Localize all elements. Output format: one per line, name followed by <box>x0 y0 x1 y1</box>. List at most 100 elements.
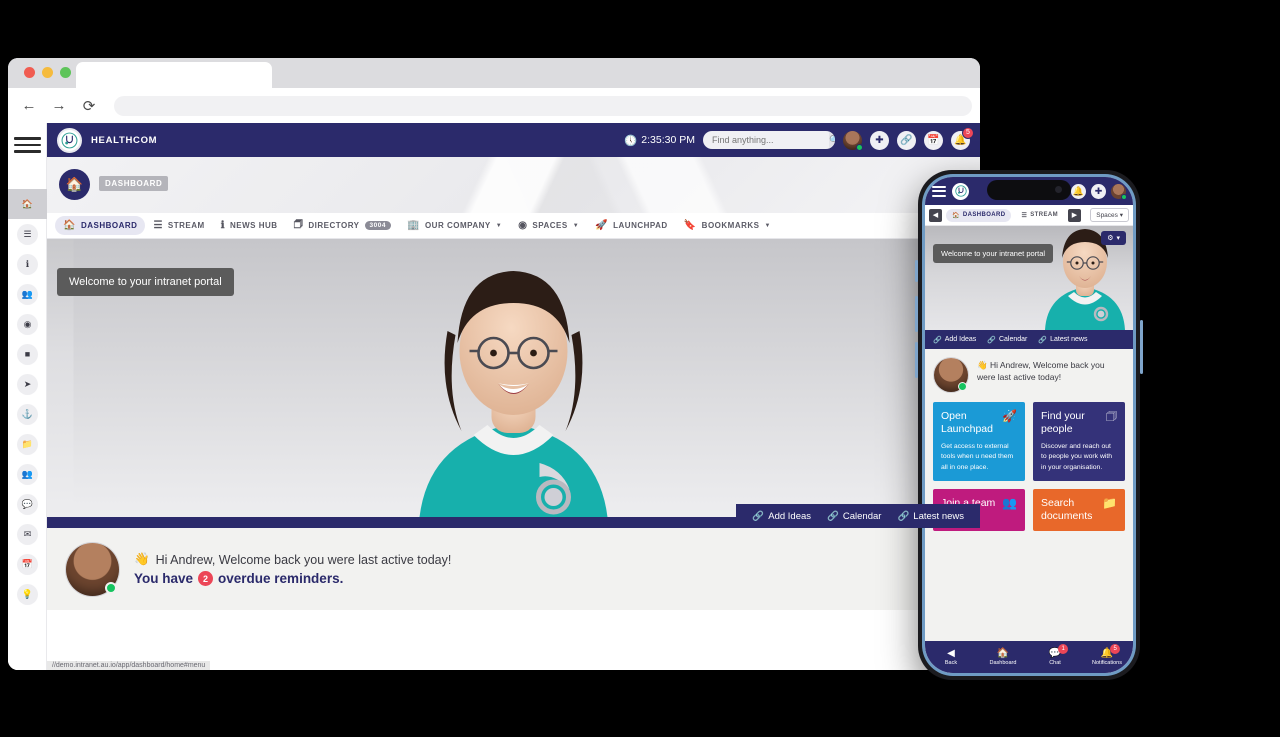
tab-bookmarks[interactable]: 🔖 BOOKMARKS ▼ <box>676 216 779 235</box>
rail-item-directory[interactable]: 👥 <box>8 279 47 309</box>
phone-volume-up-button[interactable] <box>915 296 918 332</box>
contact-card-icon: 🗇 <box>1105 409 1117 423</box>
bulb-icon: 💡 <box>17 583 38 605</box>
tab-our-company[interactable]: 🏢 OUR COMPANY ▼ <box>399 216 510 235</box>
rail-item-spaces[interactable]: ◉ <box>8 309 47 339</box>
mobile-link-latest-news[interactable]: 🔗 Latest news <box>1038 336 1087 344</box>
forward-arrow-icon[interactable]: → <box>46 93 72 119</box>
link-icon[interactable]: 🔗 <box>897 130 916 150</box>
hamburger-menu-icon[interactable] <box>14 133 41 155</box>
maximize-window-button[interactable] <box>60 67 71 78</box>
rail-item-calendar[interactable]: 📅 <box>8 549 47 579</box>
bottom-nav-label: Notifications <box>1092 660 1122 666</box>
card-search-documents[interactable]: Search documents 📁 <box>1033 488 1125 532</box>
phone-power-button[interactable] <box>1140 320 1143 374</box>
tab-label: NEWS HUB <box>230 221 278 230</box>
search-icon[interactable]: 🔍 <box>829 131 835 149</box>
card-header: Search documents 📁 <box>1041 497 1117 523</box>
rail-item-news-hub[interactable]: ℹ <box>8 249 47 279</box>
link-icon: 🔗 <box>933 336 942 344</box>
brand-logo-icon[interactable] <box>57 127 82 153</box>
bottom-nav-back[interactable]: ◀ Back <box>925 648 977 666</box>
browser-nav-bar: ← → ⟳ <box>8 88 980 123</box>
chat-badge: 1 <box>1058 644 1069 654</box>
address-bar[interactable] <box>114 95 972 116</box>
bottom-nav-dashboard[interactable]: 🏠 Dashboard <box>977 648 1029 666</box>
scroll-left-button[interactable]: ◀ <box>929 208 942 222</box>
hero-settings-button[interactable]: ⚙ ▾ <box>1101 231 1126 245</box>
rail-item-chat[interactable]: 💬 <box>8 489 47 519</box>
user-avatar[interactable] <box>933 357 969 393</box>
rail-item-files[interactable]: 📁 <box>8 429 47 459</box>
rail-item-pinned[interactable]: ⚓ <box>8 399 47 429</box>
rail-item-mail[interactable]: ✉ <box>8 519 47 549</box>
back-arrow-icon[interactable]: ← <box>16 93 42 119</box>
avatar[interactable] <box>843 130 863 151</box>
tab-spaces[interactable]: ◉ SPACES ▼ <box>510 216 587 235</box>
add-button[interactable]: ✚ <box>870 130 889 150</box>
bookmark-icon: 🔖 <box>683 220 697 231</box>
browser-tab-bar <box>8 58 980 88</box>
scroll-right-button[interactable]: ▶ <box>1068 208 1081 222</box>
mobile-tab-stream[interactable]: ☰ STREAM <box>1015 209 1064 222</box>
bottom-nav-chat[interactable]: 💬 1 Chat <box>1029 644 1081 666</box>
mobile-tab-dashboard[interactable]: 🏠 DASHBOARD <box>946 208 1012 222</box>
link-icon: 🔗 <box>827 510 839 522</box>
tab-dashboard[interactable]: 🏠 DASHBOARD <box>55 216 146 235</box>
minimize-window-button[interactable] <box>42 67 53 78</box>
mobile-spaces-dropdown[interactable]: Spaces ▾ <box>1090 208 1129 222</box>
hamburger-menu-icon[interactable] <box>932 183 946 199</box>
card-find-your-people[interactable]: Find your people 🗇 Discover and reach ou… <box>1033 402 1125 481</box>
hero-link-label: Latest news <box>913 510 964 522</box>
phone-notch <box>987 180 1071 200</box>
notification-badge: 5 <box>962 126 974 139</box>
overdue-reminders[interactable]: You have 2 overdue reminders. <box>134 571 451 586</box>
rail-item-company[interactable]: ■ <box>8 339 47 369</box>
chevron-down-icon: ▾ <box>1116 235 1120 242</box>
reminder-count-badge: 2 <box>198 571 214 586</box>
search-input[interactable] <box>703 135 829 145</box>
reload-icon[interactable]: ⟳ <box>76 93 102 119</box>
main-nav-tabs: 🏠 DASHBOARD ☰ STREAM ℹ NEWS HUB 🗇 DIRECT… <box>47 213 980 239</box>
brand-logo-icon[interactable] <box>952 182 969 200</box>
browser-tab[interactable] <box>76 62 272 88</box>
mobile-link-calendar[interactable]: 🔗 Calendar <box>987 336 1027 344</box>
tab-directory[interactable]: 🗇 DIRECTORY 3004 <box>286 213 399 238</box>
close-window-button[interactable] <box>24 67 35 78</box>
rail-item-launchpad[interactable]: ➤ <box>8 369 47 399</box>
rail-item-people[interactable]: 👥 <box>8 459 47 489</box>
notifications-button[interactable]: 🔔 <box>1071 183 1086 199</box>
avatar[interactable] <box>1111 183 1127 200</box>
hero-link-calendar[interactable]: 🔗 Calendar <box>827 511 881 522</box>
user-avatar[interactable] <box>65 541 120 597</box>
tab-label: DIRECTORY <box>308 221 360 230</box>
mobile-link-label: Latest news <box>1050 336 1088 343</box>
tab-news-hub[interactable]: ℹ NEWS HUB <box>213 216 286 235</box>
desktop-browser-window: ← → ⟳ 🏠 ☰ ℹ 👥 ◉ ■ ➤ ⚓ 📁 👥 💬 ✉ 📅 💡 HEALTH… <box>8 58 980 670</box>
home-breadcrumb-button[interactable]: 🏠 <box>59 169 90 200</box>
rail-item-ideas[interactable]: 💡 <box>8 579 47 609</box>
online-status-dot <box>1121 193 1127 200</box>
rail-item-stream[interactable]: ☰ <box>8 219 47 249</box>
phone-volume-down-button[interactable] <box>915 342 918 378</box>
tab-launchpad[interactable]: 🚀 LAUNCHPAD <box>587 216 676 235</box>
calendar-icon[interactable]: 📅 <box>924 130 943 150</box>
rail-item-home[interactable]: 🏠 <box>8 189 47 219</box>
clock: 🕔 2:35:30 PM <box>624 134 695 147</box>
tab-stream[interactable]: ☰ STREAM <box>145 216 212 235</box>
welcome-greeting: 👋 Hi Andrew, Welcome back you were last … <box>134 552 451 567</box>
info-icon: ℹ <box>17 253 38 275</box>
spaces-icon: ◉ <box>518 220 528 231</box>
add-button[interactable]: ✚ <box>1091 183 1106 199</box>
card-open-launchpad[interactable]: Open Launchpad 🚀 Get access to external … <box>933 402 1025 481</box>
online-status-dot <box>856 143 863 151</box>
hero-link-add-ideas[interactable]: 🔗 Add Ideas <box>752 511 811 522</box>
phone-mute-button[interactable] <box>915 260 918 282</box>
left-icon-rail: 🏠 ☰ ℹ 👥 ◉ ■ ➤ ⚓ 📁 👥 💬 ✉ 📅 💡 <box>8 123 47 670</box>
hero-tooltip: Welcome to your intranet portal <box>57 268 234 296</box>
bottom-nav-notifications[interactable]: 🔔 5 Notifications <box>1081 644 1133 666</box>
brand-name: HEALTHCOM <box>91 134 158 146</box>
hero-link-latest-news[interactable]: 🔗 Latest news <box>897 511 964 522</box>
mobile-link-add-ideas[interactable]: 🔗 Add Ideas <box>933 336 976 344</box>
notifications-button[interactable]: 🔔 5 <box>951 126 974 150</box>
